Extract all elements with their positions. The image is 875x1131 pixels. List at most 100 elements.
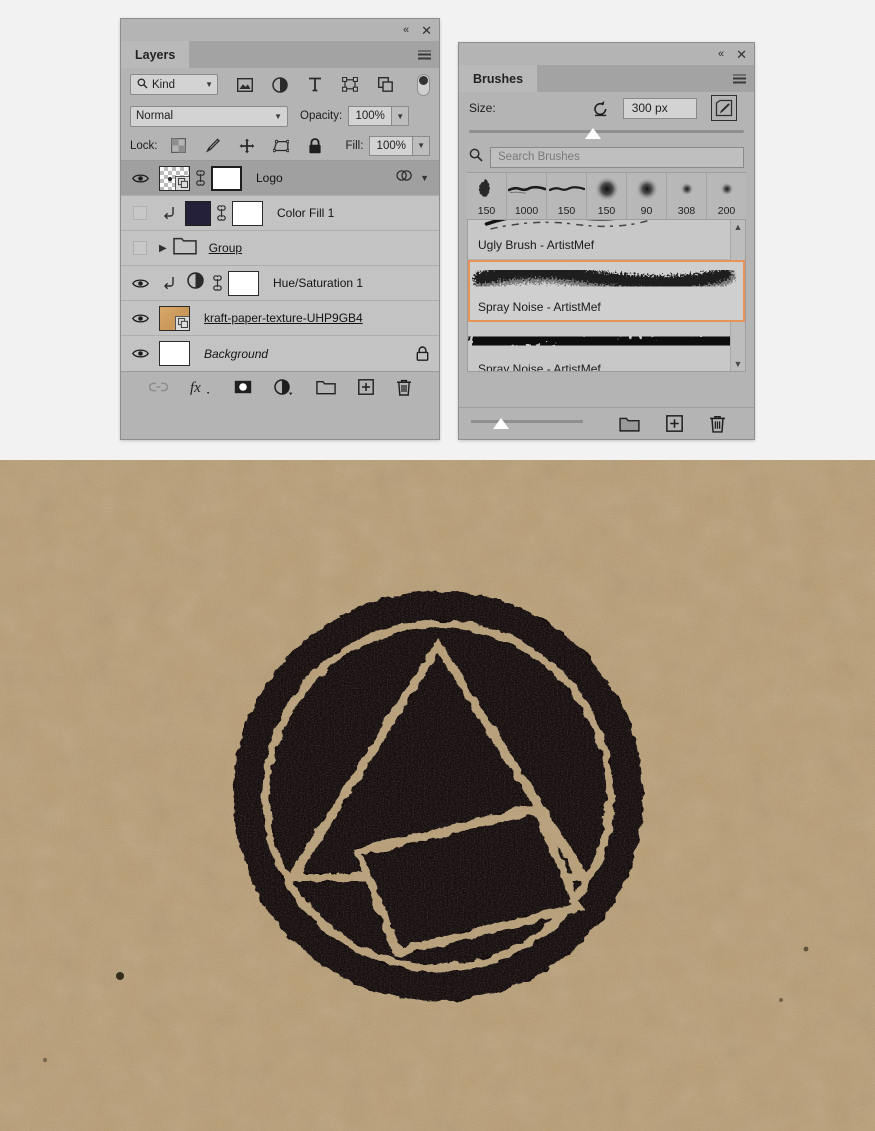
new-adjustment-layer-icon[interactable] [273, 378, 294, 396]
layer-name[interactable]: Color Fill 1 [277, 206, 334, 220]
layer-visibility-toggle[interactable] [121, 313, 159, 324]
layer-name[interactable]: Background [204, 347, 268, 361]
collapse-icon[interactable]: « [403, 24, 409, 36]
layer-name[interactable]: Group [209, 241, 242, 255]
mask-link-icon[interactable] [216, 205, 227, 221]
new-group-icon[interactable] [315, 378, 336, 396]
opacity-stepper[interactable]: ▼ [392, 106, 410, 126]
layer-visibility-toggle[interactable] [121, 241, 159, 255]
new-brush-icon[interactable] [666, 415, 683, 433]
brush-preset[interactable]: 150 [467, 173, 507, 219]
tab-brushes[interactable]: Brushes [459, 65, 538, 92]
new-brush-group-icon[interactable] [619, 415, 640, 433]
reset-icon[interactable] [592, 100, 609, 117]
table-row[interactable]: ▶ Group [121, 231, 439, 266]
layer-thumbnail[interactable] [159, 165, 190, 191]
layer-visibility-toggle[interactable] [121, 348, 159, 359]
filter-toggle[interactable] [417, 73, 430, 96]
slider-knob[interactable] [493, 417, 509, 429]
brush-preset[interactable]: 90 [627, 173, 667, 219]
layer-mask-thumbnail[interactable] [232, 200, 263, 226]
chevron-up-icon[interactable]: ▲ [734, 220, 743, 234]
layer-thumbnail[interactable] [159, 341, 190, 366]
layer-visibility-toggle[interactable] [121, 206, 159, 220]
lock-all-icon[interactable] [306, 137, 324, 155]
brush-preset-size: 150 [477, 205, 496, 217]
layers-panel-body: Kind ▼ Normal ▼ Opacity: 100% ▼ Lock: Fi… [121, 68, 439, 402]
search-input[interactable]: Search Brushes [490, 146, 744, 168]
panel-menu-icon[interactable] [733, 74, 746, 84]
layer-row-actions: ▼ [396, 169, 439, 187]
add-layer-mask-icon[interactable] [234, 378, 252, 396]
collapse-icon[interactable]: « [718, 48, 724, 60]
delete-layer-icon[interactable] [396, 378, 412, 396]
list-item[interactable]: Spray Noise - ArtistMef [468, 260, 745, 322]
brush-thumbnail-size-slider[interactable] [471, 416, 583, 432]
fill-stepper[interactable]: ▼ [413, 135, 430, 156]
slider-knob[interactable] [584, 128, 601, 139]
brush-preset[interactable]: 200 [707, 173, 746, 219]
chevron-down-icon[interactable]: ▼ [734, 357, 743, 371]
chevron-right-icon[interactable]: ▶ [159, 243, 167, 254]
lock-transparency-icon[interactable] [170, 137, 188, 155]
brush-size-slider[interactable] [469, 124, 744, 142]
adjustment-layer-icon[interactable] [187, 272, 204, 294]
layer-mask-thumbnail[interactable] [211, 165, 242, 191]
delete-brush-icon[interactable] [709, 415, 726, 433]
tab-layers[interactable]: Layers [121, 41, 190, 68]
brush-preset[interactable]: 150 [547, 173, 587, 219]
type-layer-icon[interactable] [306, 76, 324, 94]
smart-object-icon[interactable] [376, 76, 394, 94]
layer-thumbnail[interactable] [159, 305, 190, 331]
brush-size-input[interactable]: 300 px [622, 97, 697, 119]
list-item[interactable]: Spray Noise - ArtistMef [468, 322, 745, 372]
layer-style-fx-icon[interactable]: fx [190, 378, 212, 396]
pixel-layer-icon[interactable] [236, 76, 254, 94]
adjustment-layer-icon[interactable] [271, 76, 289, 94]
solid-color-thumbnail[interactable] [185, 200, 211, 226]
layer-mask-thumbnail[interactable] [228, 270, 259, 296]
layer-thumbnails [185, 200, 263, 226]
lock-artboard-icon[interactable] [272, 137, 290, 155]
brush-preview-flat-stroke [547, 173, 586, 205]
layer-name[interactable]: Hue/Saturation 1 [273, 276, 363, 290]
brush-preset-size: 200 [717, 205, 736, 217]
filter-kind-label: Kind [152, 78, 176, 91]
table-row[interactable]: Background [121, 336, 439, 371]
list-item[interactable]: Ugly Brush - ArtistMef [468, 220, 745, 260]
document-canvas[interactable] [0, 460, 875, 1131]
opacity-input[interactable]: 100% [348, 106, 393, 126]
brush-preset[interactable]: 150 [587, 173, 627, 219]
folder-icon[interactable] [172, 236, 197, 260]
blend-mode-select[interactable]: Normal ▼ [130, 105, 288, 127]
table-row[interactable]: Hue/Saturation 1 [121, 266, 439, 301]
brush-preset-size: 308 [677, 205, 696, 217]
lock-position-icon[interactable] [238, 137, 256, 155]
table-row[interactable]: Color Fill 1 [121, 196, 439, 231]
layer-visibility-toggle[interactable] [121, 278, 159, 289]
fill-input[interactable]: 100% [369, 135, 414, 156]
brush-list[interactable]: Ugly Brush - ArtistMef Spray Noise - Art… [467, 220, 746, 372]
close-icon[interactable]: ✕ [421, 24, 432, 37]
layer-effects-icon[interactable] [396, 169, 413, 187]
brush-preset[interactable]: 308 [667, 173, 707, 219]
brush-name: Spray Noise - ArtistMef [478, 362, 601, 372]
brush-preset[interactable]: 1000 [507, 173, 547, 219]
mask-link-icon[interactable] [212, 275, 223, 291]
table-row[interactable]: Logo ▼ [121, 161, 439, 196]
layer-name[interactable]: kraft-paper-texture-UHP9GB4 [204, 311, 363, 325]
brush-settings-icon[interactable] [710, 95, 737, 121]
mask-link-icon[interactable] [195, 170, 206, 186]
layer-lock-indicator [416, 346, 439, 361]
table-row[interactable]: kraft-paper-texture-UHP9GB4 [121, 301, 439, 336]
filter-kind-select[interactable]: Kind ▼ [130, 74, 218, 95]
layer-visibility-toggle[interactable] [121, 173, 159, 184]
chevron-down-icon[interactable]: ▼ [420, 173, 429, 183]
close-icon[interactable]: ✕ [736, 48, 747, 61]
new-layer-icon[interactable] [357, 378, 374, 396]
link-layers-icon[interactable] [148, 378, 168, 396]
shape-layer-icon[interactable] [341, 76, 359, 94]
panel-menu-icon[interactable] [418, 50, 431, 60]
layer-name[interactable]: Logo [256, 171, 283, 185]
lock-image-icon[interactable] [204, 137, 222, 155]
